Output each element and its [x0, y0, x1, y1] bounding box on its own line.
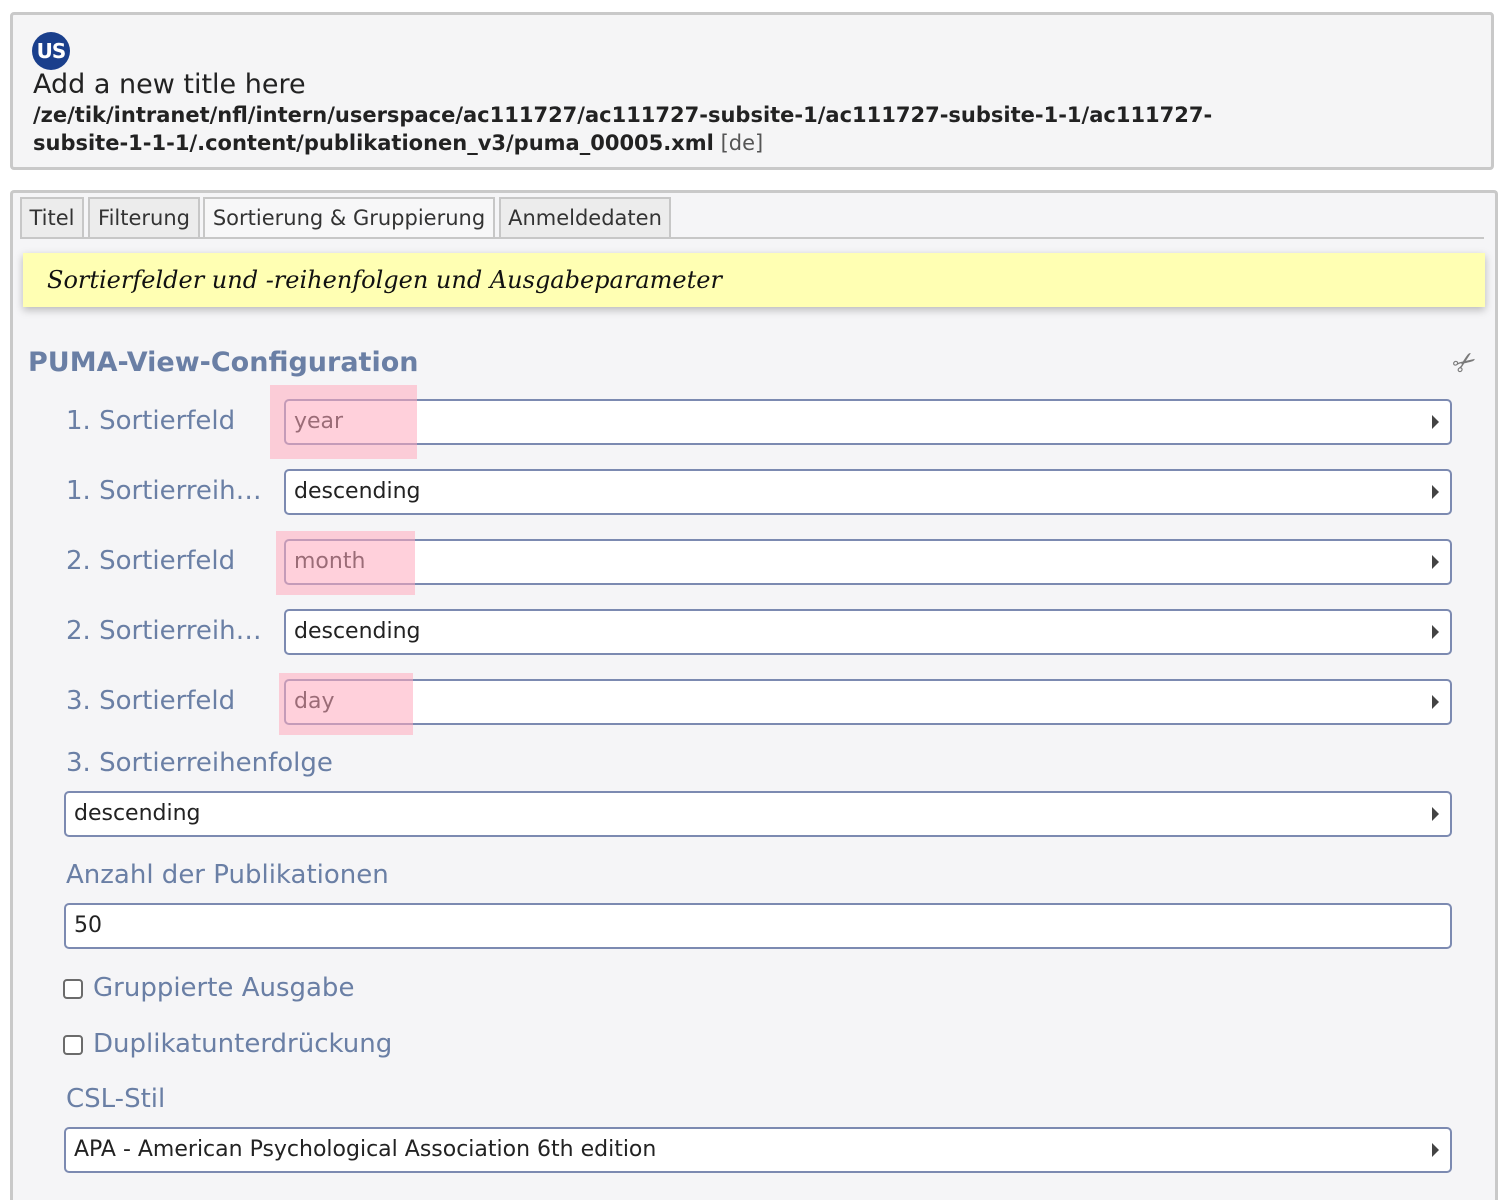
chevron-right-icon — [1432, 485, 1439, 499]
resource-path: /ze/tik/intranet/nfl/intern/userspace/ac… — [33, 101, 1293, 157]
resource-header: US Add a new title here /ze/tik/intranet… — [10, 12, 1494, 170]
resource-locale: [de] — [720, 131, 764, 155]
sortorder-3-label: 3. Sortierreihenfolge — [66, 748, 333, 778]
grouped-output-label: Gruppierte Ausgabe — [93, 973, 355, 1003]
sortorder-3-value: descending — [74, 801, 201, 826]
grouped-output-checkbox[interactable] — [63, 979, 83, 999]
tab-anmeldedaten[interactable]: Anmeldedaten — [499, 197, 671, 237]
tab-divider — [20, 237, 1484, 239]
sortfield-2-select[interactable]: month — [284, 539, 1452, 585]
sortorder-1-value: descending — [294, 479, 421, 504]
help-note: Sortierfelder und -reihenfolgen und Ausg… — [23, 253, 1485, 307]
chevron-right-icon — [1432, 1143, 1439, 1157]
sortorder-1-select[interactable]: descending — [284, 469, 1452, 515]
tab-sortierung-gruppierung[interactable]: Sortierung & Gruppierung — [203, 197, 495, 239]
tab-titel[interactable]: Titel — [20, 197, 84, 237]
sortorder-1-label: 1. Sortierreihenfolge — [66, 476, 270, 506]
scissors-icon[interactable]: ✂ — [1446, 342, 1484, 382]
highlight-marker — [279, 673, 413, 735]
sortfield-3-select[interactable]: day — [284, 679, 1452, 725]
user-badge-icon: US — [32, 32, 70, 70]
csl-value: APA - American Psychological Association… — [74, 1137, 657, 1162]
count-label: Anzahl der Publikationen — [66, 860, 389, 890]
count-input[interactable]: 50 — [64, 903, 1452, 949]
dedupe-label: Duplikatunterdrückung — [93, 1029, 393, 1059]
chevron-right-icon — [1432, 625, 1439, 639]
tab-filterung[interactable]: Filterung — [88, 197, 200, 237]
chevron-right-icon — [1432, 695, 1439, 709]
section-title: PUMA-View-Configuration — [28, 347, 419, 378]
count-value: 50 — [74, 913, 102, 938]
resource-path-text: /ze/tik/intranet/nfl/intern/userspace/ac… — [33, 103, 1213, 155]
resource-title: Add a new title here — [33, 69, 306, 100]
sortorder-2-select[interactable]: descending — [284, 609, 1452, 655]
sortorder-3-select[interactable]: descending — [64, 791, 1452, 837]
chevron-right-icon — [1432, 415, 1439, 429]
csl-label: CSL-Stil — [66, 1084, 166, 1114]
chevron-right-icon — [1432, 555, 1439, 569]
highlight-marker — [276, 531, 415, 595]
sortorder-2-label: 2. Sortierreihenfolge — [66, 616, 270, 646]
editor-panel: Titel Filterung Sortierung & Gruppierung… — [10, 190, 1498, 1200]
sortfield-1-select[interactable]: year — [284, 399, 1452, 445]
highlight-marker — [270, 385, 417, 459]
sortorder-2-value: descending — [294, 619, 421, 644]
sortfield-2-label: 2. Sortierfeld — [66, 546, 236, 576]
sortfield-1-label: 1. Sortierfeld — [66, 406, 236, 436]
chevron-right-icon — [1432, 807, 1439, 821]
sortfield-3-label: 3. Sortierfeld — [66, 686, 236, 716]
dedupe-checkbox[interactable] — [63, 1035, 83, 1055]
csl-select[interactable]: APA - American Psychological Association… — [64, 1127, 1452, 1173]
